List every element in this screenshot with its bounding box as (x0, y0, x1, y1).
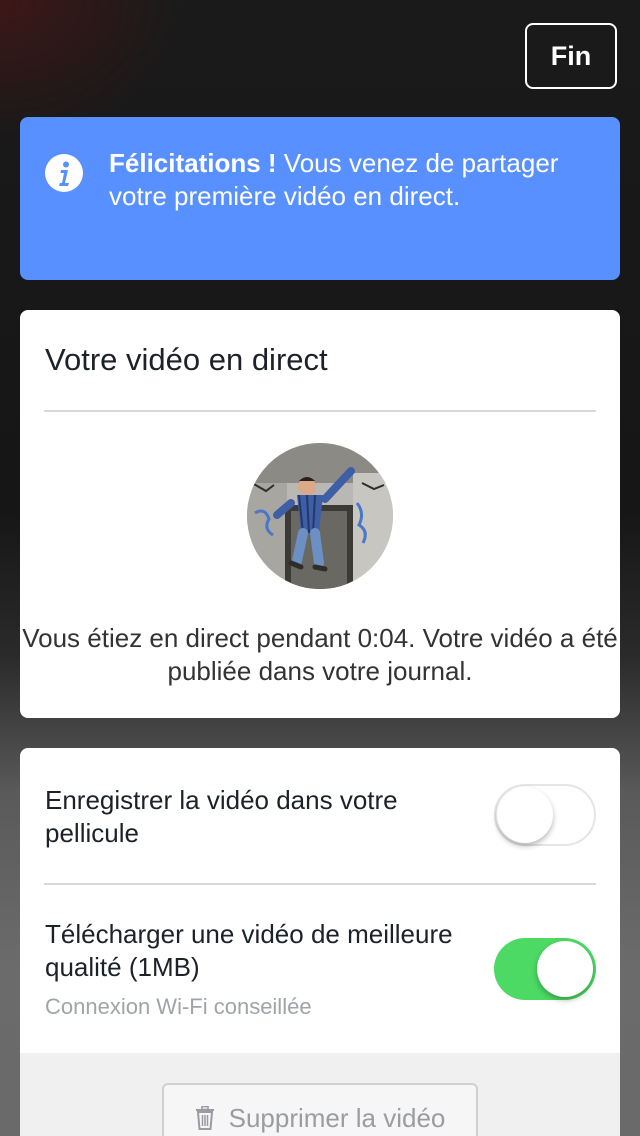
toggle-knob (497, 787, 553, 843)
toggle-knob (537, 941, 593, 997)
card-title: Votre vidéo en direct (45, 342, 328, 377)
banner-bold-text: Félicitations ! (109, 148, 277, 178)
delete-video-label: Supprimer la vidéo (228, 1102, 446, 1133)
hq-upload-toggle[interactable] (494, 938, 596, 1000)
save-to-camera-roll-toggle[interactable] (494, 784, 596, 846)
delete-video-button[interactable]: Supprimer la vidéo (162, 1083, 478, 1136)
done-button[interactable]: Fin (525, 23, 617, 89)
hq-upload-label: Télécharger une vidéo de meilleure quali… (45, 919, 453, 982)
live-summary-text: Vous étiez en direct pendant 0:04. Votre… (22, 623, 618, 686)
live-video-card: Votre vidéo en direct Vous étiez en dire… (20, 310, 620, 718)
divider (44, 410, 596, 412)
banner-message: Félicitations ! Vous venez de partager v… (109, 147, 599, 213)
card-footer: Supprimer la vidéo (20, 1053, 620, 1136)
video-thumbnail[interactable] (247, 443, 393, 589)
divider (44, 883, 596, 885)
save-to-camera-roll-label: Enregistrer la vidéo dans votre pellicul… (45, 785, 398, 848)
trash-icon (195, 1106, 214, 1130)
congratulations-banner: Félicitations ! Vous venez de partager v… (20, 117, 620, 280)
info-icon (45, 154, 83, 192)
video-settings-card: Enregistrer la vidéo dans votre pellicul… (20, 748, 620, 1136)
hq-upload-sublabel: Connexion Wi-Fi conseillée (45, 994, 312, 1019)
